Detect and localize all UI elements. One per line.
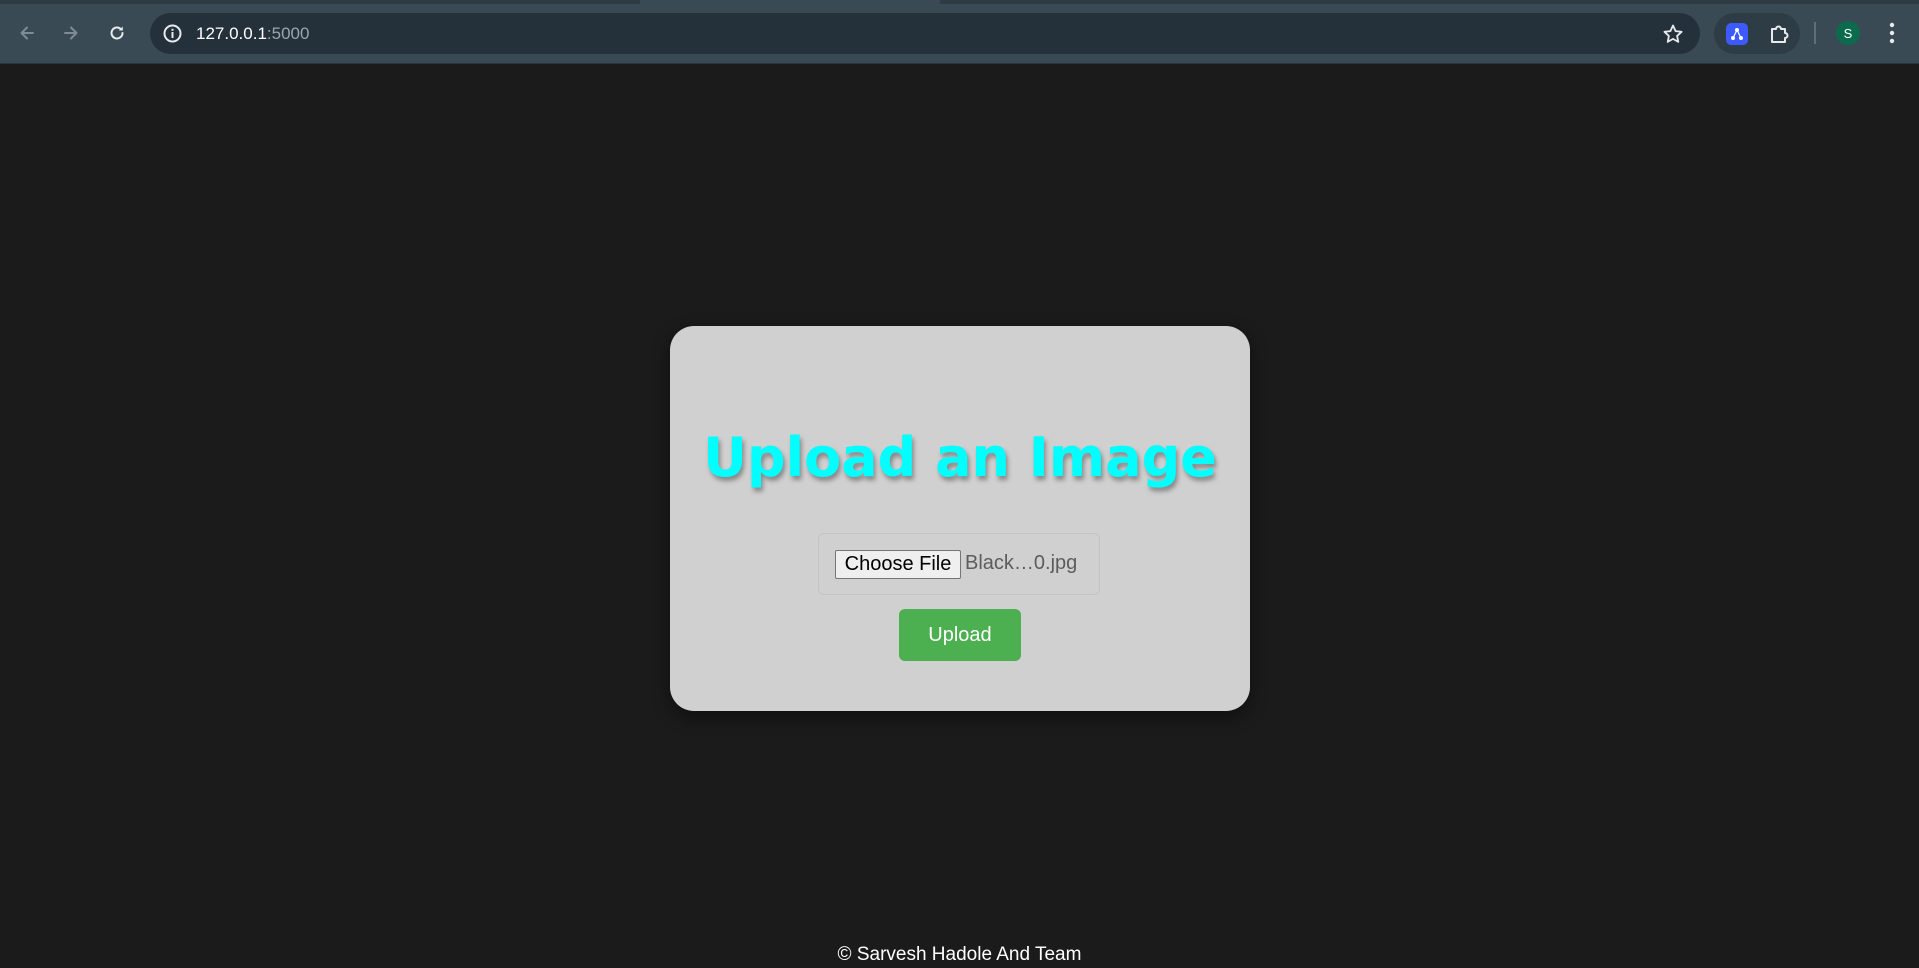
choose-file-button[interactable]: Choose File: [835, 550, 961, 579]
file-input[interactable]: Choose File Black…0.jpg: [818, 533, 1100, 595]
arrow-left-icon: [20, 26, 34, 40]
network-glyph-icon: [1731, 28, 1743, 40]
extensions-group: [1714, 13, 1800, 54]
selected-file-name: Black…0.jpg: [965, 552, 1078, 574]
arrow-right-icon: [64, 26, 78, 40]
profile-avatar[interactable]: S: [1836, 21, 1860, 45]
url-port: :5000: [266, 24, 310, 43]
forward-button[interactable]: [55, 17, 87, 49]
extension-app-icon[interactable]: [1726, 23, 1748, 45]
url-host: 127.0.0.1: [196, 24, 267, 43]
upload-card: Upload an Image Choose File Black…0.jpg …: [670, 326, 1250, 711]
footer-copyright: © Sarvesh Hadole And Team: [837, 944, 1082, 965]
url-text[interactable]: 127.0.0.1:5000: [196, 24, 309, 44]
browser-toolbar: 127.0.0.1:5000 S: [0, 0, 1919, 64]
tab-strip-edge: [0, 0, 640, 4]
kebab-menu-icon[interactable]: [1880, 19, 1904, 47]
page-title: Upload an Image: [703, 426, 1217, 489]
tab-strip-edge: [940, 0, 1919, 4]
address-bar[interactable]: 127.0.0.1:5000: [150, 13, 1700, 54]
puzzle-icon[interactable]: [1768, 22, 1792, 46]
star-icon[interactable]: [1662, 23, 1684, 45]
toolbar-divider: [1814, 22, 1816, 44]
upload-button[interactable]: Upload: [899, 609, 1021, 661]
reload-icon: [110, 26, 124, 40]
info-icon[interactable]: [162, 23, 183, 44]
back-button[interactable]: [11, 17, 43, 49]
reload-button[interactable]: [101, 17, 133, 49]
